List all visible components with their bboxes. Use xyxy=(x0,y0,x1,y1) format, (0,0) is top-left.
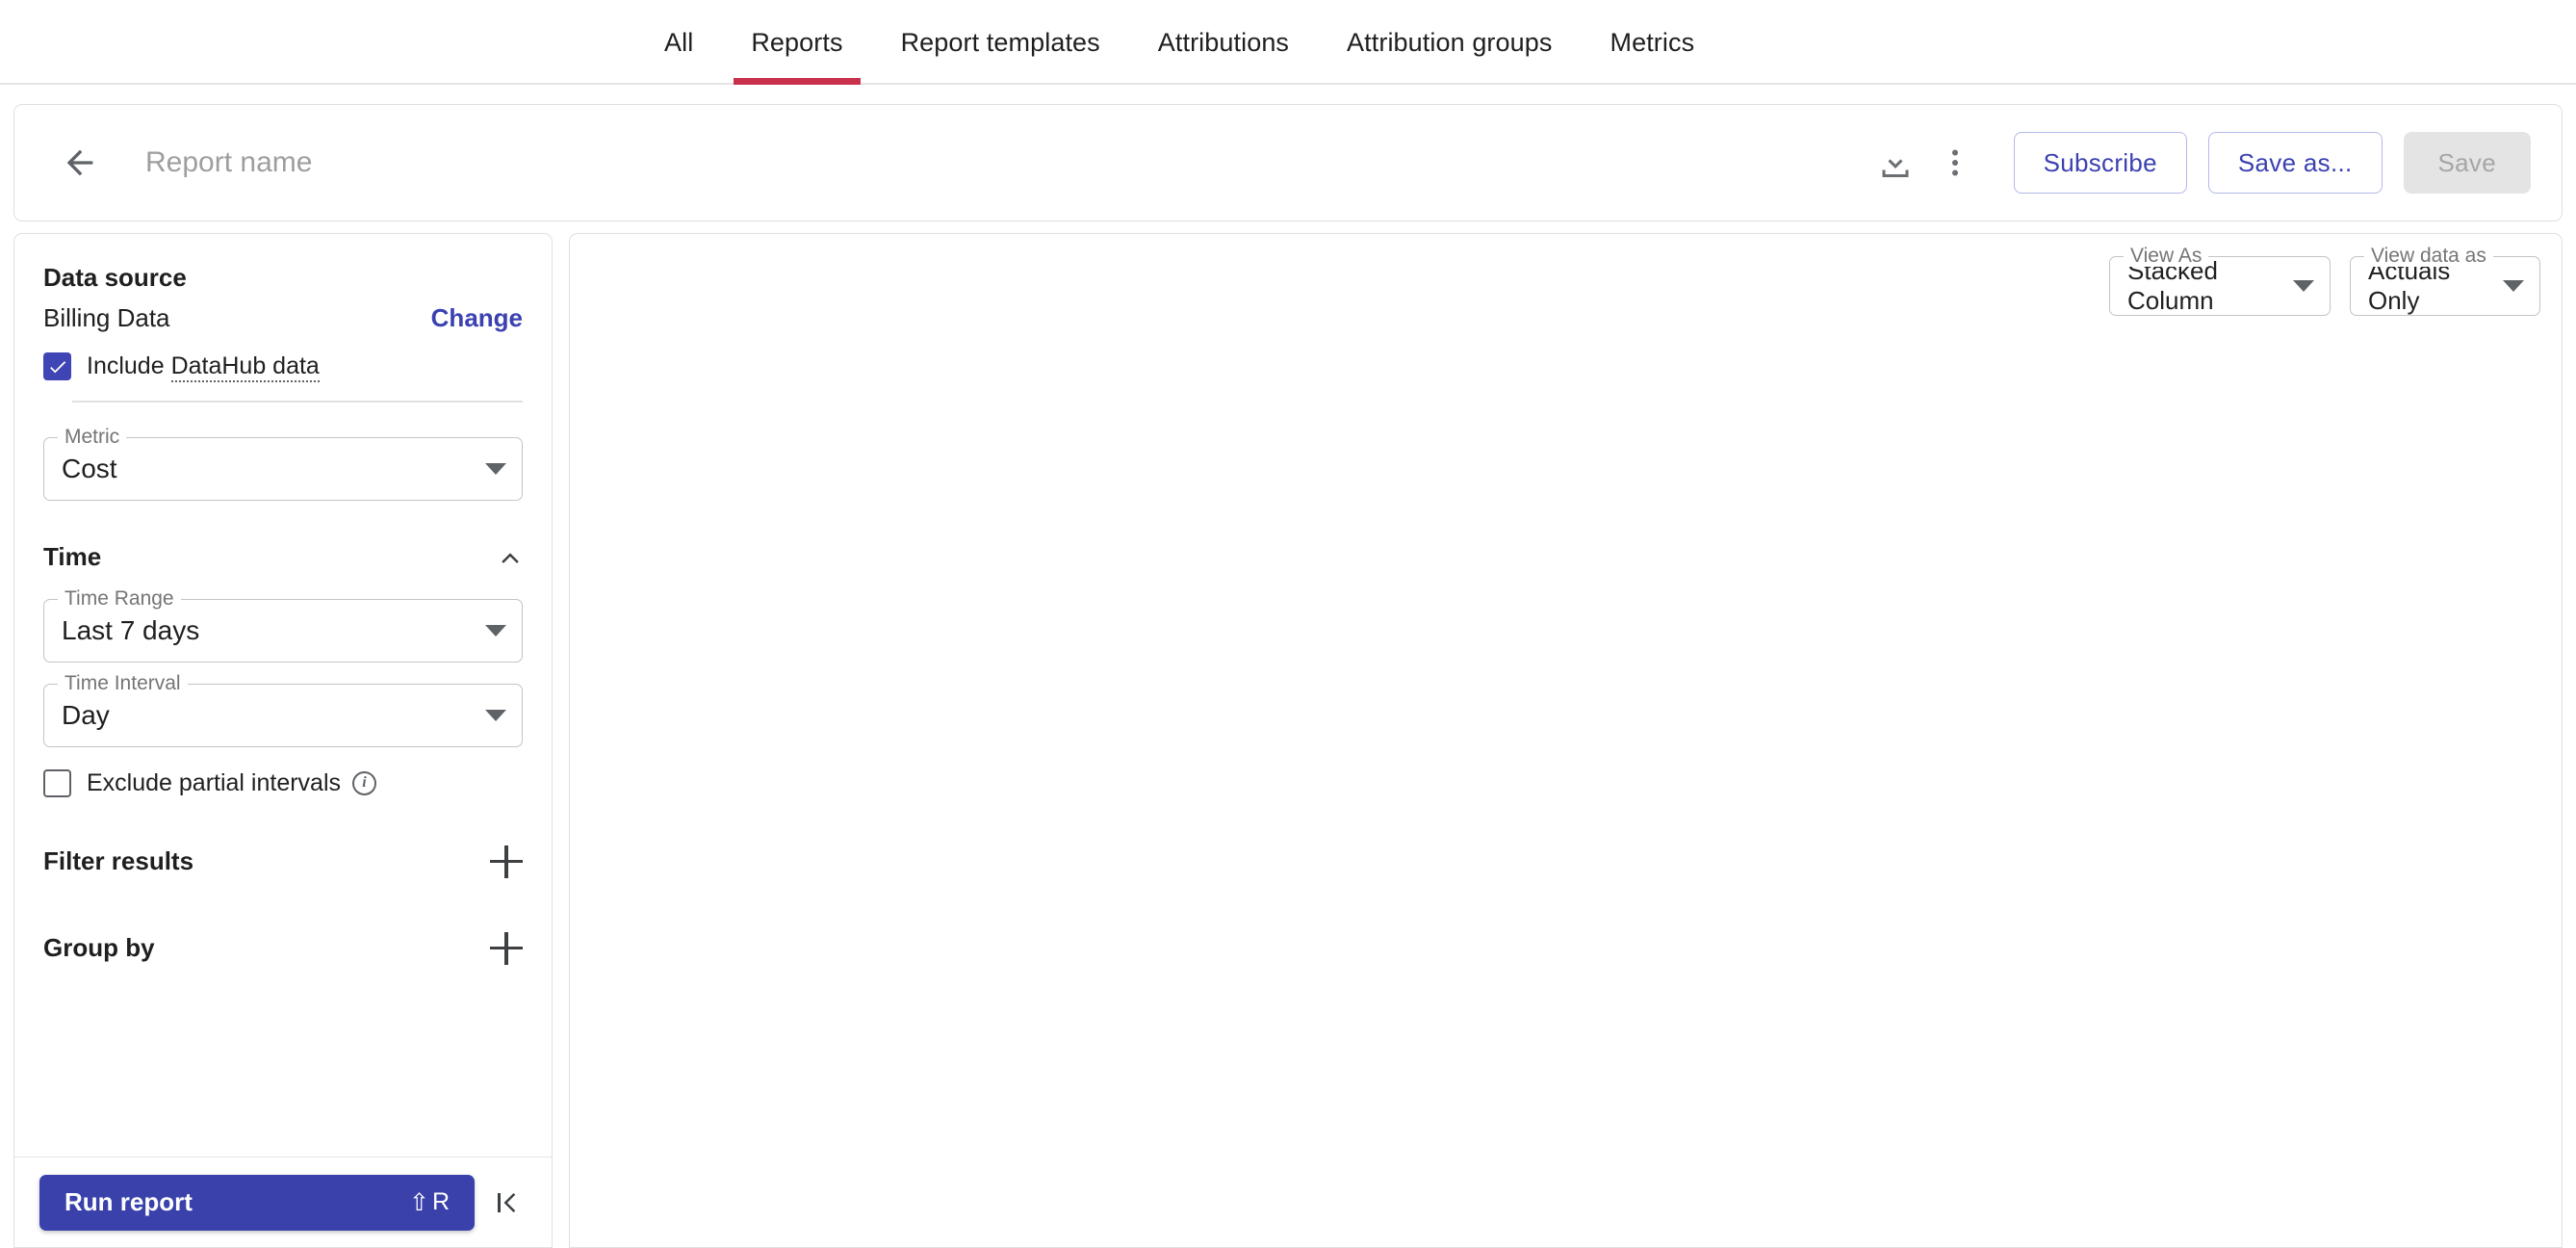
report-toolbar: Subscribe Save as... Save xyxy=(13,104,2563,221)
save-button-label: Save xyxy=(2437,147,2496,177)
group-by-title: Group by xyxy=(43,933,155,962)
time-interval-legend: Time Interval xyxy=(58,672,188,694)
report-config-sidebar: Data source Billing Data Change Include … xyxy=(13,233,553,1248)
sidebar-body: Data source Billing Data Change Include … xyxy=(14,234,552,1158)
exclude-partial-info-icon[interactable]: i xyxy=(352,770,377,795)
time-interval-value: Day xyxy=(62,699,110,730)
chevron-down-icon xyxy=(485,462,506,475)
tab-attributions[interactable]: Attributions xyxy=(1129,0,1318,85)
time-range-select[interactable]: Time Range Last 7 days xyxy=(43,587,523,663)
data-source-row: Billing Data Change xyxy=(43,303,523,333)
tab-attribution-groups-label: Attribution groups xyxy=(1347,27,1553,57)
view-data-as-select[interactable]: View data as Actuals Only xyxy=(2350,246,2540,316)
datahub-data-link[interactable]: DataHub data xyxy=(170,352,320,382)
include-datahub-label: Include DataHub data xyxy=(87,352,320,382)
check-icon xyxy=(49,360,65,373)
subscribe-button[interactable]: Subscribe xyxy=(2013,132,2187,194)
save-as-button-label: Save as... xyxy=(2237,147,2353,177)
time-section-header[interactable]: Time xyxy=(43,542,523,572)
add-group-by-button[interactable] xyxy=(490,931,523,965)
chevron-down-icon xyxy=(485,624,506,637)
tab-metrics[interactable]: Metrics xyxy=(1581,0,1723,85)
chevron-down-icon xyxy=(485,709,506,721)
tab-all[interactable]: All xyxy=(635,0,722,85)
top-navigation-bar: All Reports Report templates Attribution… xyxy=(0,0,2576,85)
filter-results-header[interactable]: Filter results xyxy=(43,845,523,878)
group-by-header[interactable]: Group by xyxy=(43,931,523,965)
report-name-input[interactable] xyxy=(145,134,1866,192)
tab-reports[interactable]: Reports xyxy=(722,0,871,85)
metric-select-value: Cost xyxy=(62,453,117,483)
back-button[interactable] xyxy=(59,142,101,184)
exclude-partial-intervals-label: Exclude partial intervals xyxy=(87,768,342,796)
more-vertical-icon xyxy=(1951,149,1958,176)
tab-all-label: All xyxy=(664,27,694,57)
metric-select-legend: Metric xyxy=(58,426,127,448)
run-report-shortcut: ⇧ R xyxy=(409,1188,450,1217)
data-source-name: Billing Data xyxy=(43,303,170,332)
run-report-button[interactable]: Run report ⇧ R xyxy=(39,1174,475,1231)
chevron-down-icon xyxy=(2503,280,2524,292)
data-source-title: Data source xyxy=(43,263,187,292)
arrow-left-icon xyxy=(66,149,93,176)
more-options-button[interactable] xyxy=(1925,133,1985,193)
collapse-sidebar-button[interactable] xyxy=(480,1176,534,1230)
collapse-panel-icon xyxy=(498,1192,516,1212)
tab-report-templates[interactable]: Report templates xyxy=(872,0,1129,85)
include-datahub-label-prefix: Include xyxy=(87,352,171,379)
report-preview-panel: View As Stacked Column View data as Actu… xyxy=(569,233,2563,1248)
nav-tab-list: All Reports Report templates Attribution… xyxy=(635,0,1723,85)
metric-select[interactable]: Metric Cost xyxy=(43,426,523,501)
tab-metrics-label: Metrics xyxy=(1610,27,1695,57)
download-icon xyxy=(1882,149,1909,177)
save-as-button[interactable]: Save as... xyxy=(2207,132,2383,194)
view-data-as-legend: View data as xyxy=(2364,246,2493,267)
save-button: Save xyxy=(2403,132,2531,194)
sidebar-footer: Run report ⇧ R xyxy=(14,1157,552,1247)
tab-reports-label: Reports xyxy=(751,27,843,57)
shortcut-key: R xyxy=(431,1188,450,1215)
time-interval-select[interactable]: Time Interval Day xyxy=(43,672,523,747)
download-button[interactable] xyxy=(1866,133,1925,193)
time-range-value: Last 7 days xyxy=(62,614,200,645)
change-data-source-link[interactable]: Change xyxy=(431,303,523,333)
filter-results-title: Filter results xyxy=(43,846,194,875)
tab-attribution-groups[interactable]: Attribution groups xyxy=(1318,0,1581,85)
add-filter-button[interactable] xyxy=(490,845,523,878)
exclude-partial-intervals-checkbox[interactable] xyxy=(43,768,71,797)
include-datahub-checkbox[interactable] xyxy=(43,352,71,380)
shortcut-shift-symbol: ⇧ xyxy=(408,1188,429,1216)
chevron-up-icon xyxy=(502,553,519,563)
subscribe-button-label: Subscribe xyxy=(2043,147,2157,177)
time-section-title: Time xyxy=(43,541,102,571)
chevron-down-icon xyxy=(2293,280,2314,292)
time-collapse-toggle[interactable] xyxy=(496,543,523,570)
toolbar-actions: Subscribe Save as... Save xyxy=(1866,132,2531,194)
tab-attributions-label: Attributions xyxy=(1157,27,1290,57)
tab-report-templates-label: Report templates xyxy=(900,27,1100,57)
run-report-label: Run report xyxy=(64,1187,193,1216)
view-as-legend: View As xyxy=(2124,246,2209,267)
chart-view-controls: View As Stacked Column View data as Actu… xyxy=(2109,246,2540,316)
exclude-partial-row: Exclude partial intervals i xyxy=(43,768,523,797)
time-range-legend: Time Range xyxy=(58,587,181,610)
sidebar-divider xyxy=(72,401,523,403)
view-as-select[interactable]: View As Stacked Column xyxy=(2109,246,2331,316)
include-datahub-row: Include DataHub data xyxy=(43,352,523,382)
